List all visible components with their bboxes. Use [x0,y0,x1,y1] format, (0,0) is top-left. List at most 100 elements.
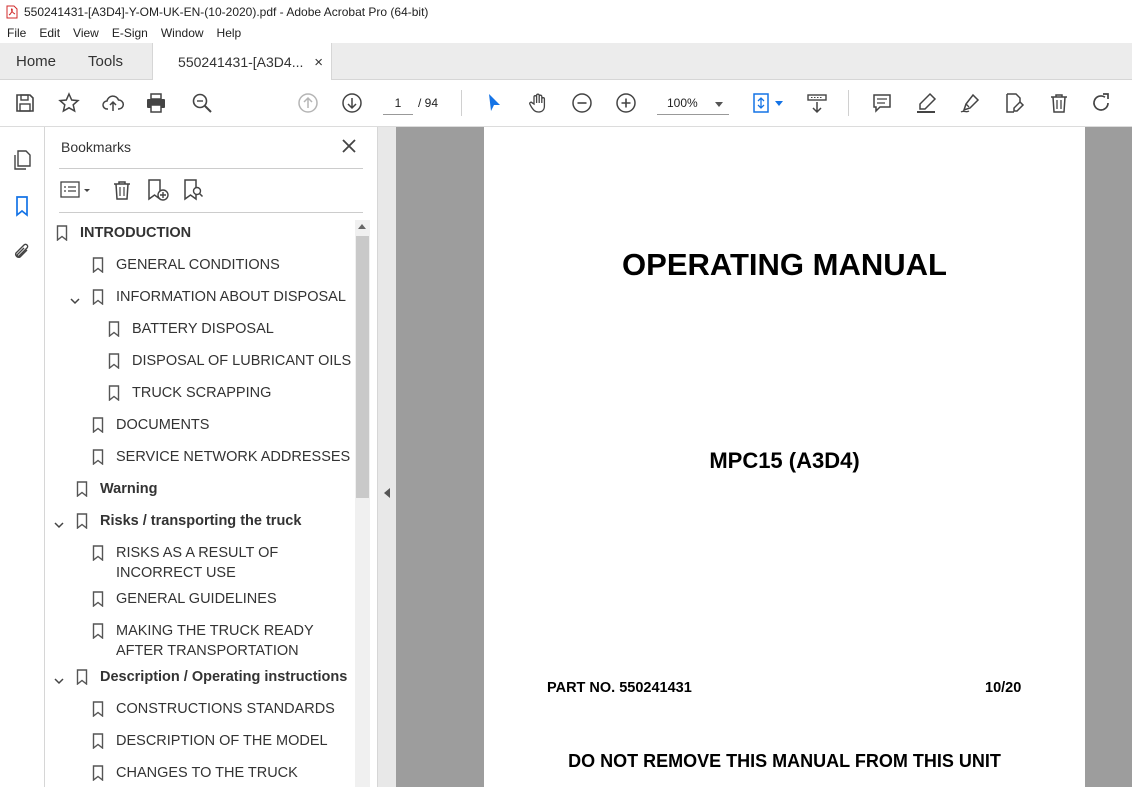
bookmark-item[interactable]: CONSTRUCTIONS STANDARDS [92,699,335,719]
pdf-page: OPERATING MANUAL MPC15 (A3D4) PART NO. 5… [484,127,1085,787]
panel-splitter[interactable] [377,127,396,787]
bookmark-item[interactable]: SERVICE NETWORK ADDRESSES [92,447,350,467]
menu-window[interactable]: Window [154,26,210,40]
star-icon[interactable] [57,91,81,115]
scroll-mode-icon[interactable] [805,91,829,115]
bookmark-icon [108,385,120,402]
bookmark-label: MAKING THE TRUCK READY AFTER TRANSPORTAT… [116,623,314,659]
save-icon[interactable] [13,91,37,115]
bookmark-item[interactable]: Risks / transporting the truck [54,511,301,531]
print-icon[interactable] [144,91,168,115]
highlight-pen-icon[interactable] [914,91,938,115]
window-title: 550241431-[A3D4]-Y-OM-UK-EN-(10-2020).pd… [24,4,429,19]
bookmark-label: GENERAL CONDITIONS [116,257,280,273]
fit-page-icon[interactable] [750,91,774,115]
tab-document-label: 550241431-[A3D4... [178,54,304,70]
close-icon[interactable] [340,137,358,155]
bookmark-item[interactable]: RISKS AS A RESULT OF INCORRECT USE [92,543,342,583]
menu-help[interactable]: Help [210,26,248,40]
bookmark-item[interactable]: GENERAL GUIDELINES [92,589,277,609]
fit-dropdown-icon[interactable] [775,101,783,106]
page-total: / 94 [418,96,439,110]
bookmark-item[interactable]: BATTERY DISPOSAL [108,319,274,339]
chevron-down-icon[interactable] [54,516,64,529]
zoom-in-icon[interactable] [614,91,638,115]
bookmark-item[interactable]: DOCUMENTS [92,415,209,435]
zoom-value: 100% [667,96,698,110]
bookmark-icon [92,623,104,640]
delete-icon[interactable] [1047,91,1071,115]
bookmark-item[interactable]: Description / Operating instructions [54,667,347,687]
bookmark-icon [92,701,104,718]
delete-bookmark-icon[interactable] [109,177,135,203]
bookmark-icon [92,289,104,306]
bookmark-label: GENERAL GUIDELINES [116,591,277,607]
page-up-icon[interactable] [296,91,320,115]
document-model: MPC15 (A3D4) [709,448,860,473]
bookmarks-icon[interactable] [11,195,33,217]
bookmark-item[interactable]: DESCRIPTION OF THE MODEL [92,731,328,751]
toolbar: 1 / 94 100% [0,80,1132,127]
bookmark-label: DISPOSAL OF LUBRICANT OILS [132,353,352,369]
new-bookmark-icon[interactable] [145,177,171,203]
menu-file[interactable]: File [0,26,32,40]
attachment-icon[interactable] [11,241,33,263]
page-down-icon[interactable] [340,91,364,115]
edit-pdf-icon[interactable] [1002,91,1026,115]
document-viewer[interactable]: OPERATING MANUAL MPC15 (A3D4) PART NO. 5… [396,127,1132,787]
zoom-search-icon[interactable] [190,91,214,115]
scroll-thumb[interactable] [356,236,369,498]
bookmark-label: TRUCK SCRAPPING [132,385,272,401]
tab-close-icon[interactable]: × [314,54,323,71]
hand-tool-icon[interactable] [526,91,550,115]
tab-tools[interactable]: Tools [72,43,139,79]
options-list-icon[interactable] [59,177,90,203]
scroll-up-icon[interactable] [358,224,366,229]
bookmark-icon [92,765,104,782]
collapse-panel-icon[interactable] [384,488,390,498]
select-cursor-icon[interactable] [482,91,506,115]
tab-home[interactable]: Home [0,43,72,79]
bookmark-item[interactable]: INTRODUCTION [56,223,191,243]
pdf-icon [6,5,18,19]
zoom-out-icon[interactable] [570,91,594,115]
page-thumbnails-icon[interactable] [11,149,33,171]
comment-icon[interactable] [870,91,894,115]
bookmark-icon [92,257,104,274]
find-bookmark-icon[interactable] [181,177,207,203]
bookmark-icon [76,513,88,530]
menu-edit[interactable]: Edit [32,26,66,40]
bookmark-tree: INTRODUCTION GENERAL CONDITIONS INFORMATIO… [45,219,355,787]
divider-2 [59,212,363,213]
document-title: OPERATING MANUAL [622,247,947,282]
bookmarks-scrollbar[interactable] [355,220,370,787]
bookmark-item[interactable]: MAKING THE TRUCK READY AFTER TRANSPORTAT… [92,621,342,661]
bookmark-item[interactable]: INFORMATION ABOUT DISPOSAL [70,287,346,307]
navigation-rail [0,127,45,787]
redo-rotate-icon[interactable] [1090,91,1114,115]
bookmark-label: Warning [100,481,158,497]
title-bar: 550241431-[A3D4]-Y-OM-UK-EN-(10-2020).pd… [0,0,1132,23]
bookmark-label: DESCRIPTION OF THE MODEL [116,733,328,749]
bookmarks-title: Bookmarks [61,139,132,155]
menu-view[interactable]: View [66,26,105,40]
page-number-input[interactable]: 1 [383,93,413,115]
bookmark-label: CONSTRUCTIONS STANDARDS [116,701,335,717]
bookmark-item[interactable]: TRUCK SCRAPPING [108,383,271,403]
toolbar-divider-2 [848,90,849,116]
upload-cloud-icon[interactable] [101,91,125,115]
chevron-down-icon[interactable] [70,292,80,305]
tab-document[interactable]: 550241431-[A3D4... × [152,43,333,81]
divider [59,168,363,169]
bookmark-item[interactable]: DISPOSAL OF LUBRICANT OILS [108,351,351,371]
bookmark-item[interactable]: GENERAL CONDITIONS [92,255,280,275]
bookmark-label: INTRODUCTION [80,225,192,241]
chevron-down-icon[interactable] [54,672,64,685]
menu-esign[interactable]: E-Sign [105,26,154,40]
bookmark-item[interactable]: Warning [76,479,157,499]
bookmark-icon [108,321,120,338]
sign-pen-icon[interactable] [958,91,982,115]
zoom-select[interactable]: 100% [657,93,729,115]
bookmark-label: INFORMATION ABOUT DISPOSAL [116,289,346,305]
bookmark-item[interactable]: CHANGES TO THE TRUCK [92,763,298,783]
